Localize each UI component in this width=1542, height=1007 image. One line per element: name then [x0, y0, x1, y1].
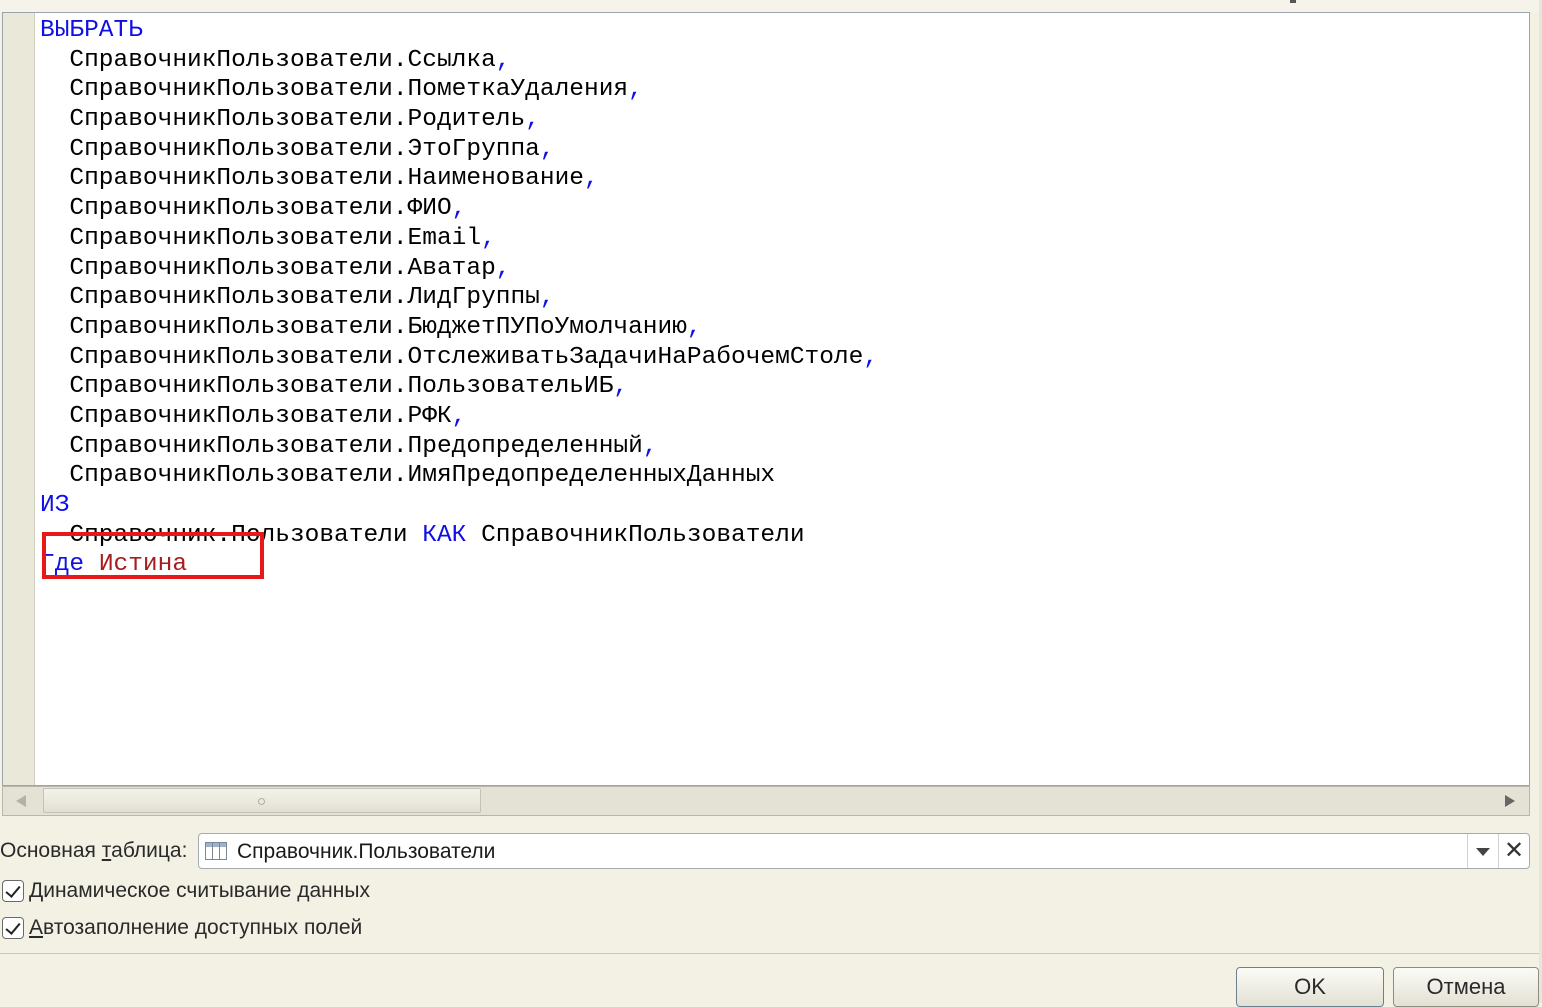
code-token: СправочникПользователи.ЭтоГруппа: [40, 135, 540, 163]
code-token: СправочникПользователи.ИмяПредопределенн…: [40, 462, 776, 490]
checkmark-icon: [5, 882, 21, 898]
grip-icon: [258, 798, 265, 805]
code-token: СправочникПользователи.ЛидГруппы: [40, 284, 540, 312]
code-token: ,: [451, 195, 467, 223]
code-line[interactable]: СправочникПользователи.БюджетПУПоУмолчан…: [40, 313, 878, 343]
code-token: СправочникПользователи.ПользовательИБ: [40, 373, 614, 401]
code-token: СправочникПользователи.Предопределенный: [40, 432, 643, 460]
autofill-fields-checkbox[interactable]: [2, 917, 24, 939]
query-code[interactable]: ВЫБРАТЬ СправочникПользователи.Ссылка, С…: [40, 16, 878, 580]
code-token: ,: [495, 254, 511, 282]
code-token: ,: [481, 224, 496, 252]
keyword-token: ВЫБРАТЬ: [40, 17, 143, 44]
query-text-editor[interactable]: ВЫБРАТЬ СправочникПользователи.Ссылка, С…: [2, 12, 1530, 786]
horizontal-scrollbar[interactable]: [2, 786, 1530, 816]
code-token: ,: [539, 284, 555, 312]
ok-button[interactable]: OK: [1236, 967, 1384, 1007]
code-line[interactable]: СправочникПользователи.РФК,: [40, 402, 878, 432]
code-token: СправочникПользователи.Наименование: [40, 165, 584, 193]
code-token: СправочникПользователи: [466, 521, 805, 549]
code-token: ,: [686, 313, 702, 341]
cancel-button[interactable]: Отмена: [1393, 967, 1539, 1007]
code-line[interactable]: СправочникПользователи.ИмяПредопределенн…: [40, 461, 878, 491]
code-token: ,: [642, 432, 658, 460]
chevron-down-icon: [1476, 848, 1490, 856]
code-line[interactable]: СправочникПользователи.ПользовательИБ,: [40, 372, 878, 402]
autofill-fields-label: Автозаполнение доступных полей: [29, 916, 363, 939]
code-line[interactable]: СправочникПользователи.ЭтоГруппа,: [40, 135, 878, 165]
code-line[interactable]: СправочникПользователи.Аватар,: [40, 254, 878, 284]
code-token: ,: [451, 402, 467, 430]
main-table-field[interactable]: Справочник.Пользователи ✕: [198, 833, 1530, 869]
checkmark-icon: [5, 919, 21, 935]
code-line[interactable]: СправочникПользователи.ЛидГруппы,: [40, 283, 878, 313]
panel-separator: [0, 953, 1542, 954]
code-token: ,: [495, 46, 511, 74]
code-token: СправочникПользователи.БюджетПУПоУмолчан…: [40, 313, 687, 341]
code-token: СправочникПользователи.Родитель: [40, 106, 526, 134]
code-token: СправочникПользователи.Аватар: [40, 254, 496, 282]
editor-gutter: [3, 13, 35, 785]
scroll-thumb[interactable]: [43, 788, 481, 813]
where-clause-highlight: [42, 532, 264, 579]
main-table-value: Справочник.Пользователи: [237, 840, 496, 863]
arrow-left-icon: [16, 795, 26, 807]
close-icon: ✕: [1503, 837, 1525, 864]
code-token: ,: [613, 373, 629, 401]
code-line[interactable]: СправочникПользователи.ОтслеживатьЗадачи…: [40, 343, 878, 373]
code-line[interactable]: СправочникПользователи.Email,: [40, 224, 878, 254]
main-table-clear-button[interactable]: ✕: [1498, 834, 1529, 868]
code-token: ,: [628, 76, 643, 104]
dynamic-reading-label: Динамическое считывание данных: [29, 879, 370, 902]
code-token: ,: [584, 165, 599, 193]
arrow-right-icon: [1505, 795, 1515, 807]
scroll-right-button[interactable]: [1491, 787, 1529, 815]
main-table-label: Основная таблица:: [0, 839, 188, 862]
code-line[interactable]: СправочникПользователи.ПометкаУдаления,: [40, 75, 878, 105]
keyword-token: КАК: [422, 521, 467, 549]
table-icon: [205, 842, 227, 860]
code-token: ,: [539, 135, 555, 163]
code-token: СправочникПользователи.ОтслеживатьЗадачи…: [40, 343, 864, 371]
code-line[interactable]: ИЗ: [40, 491, 878, 521]
code-token: СправочникПользователи.Email: [40, 224, 482, 252]
main-table-dropdown-button[interactable]: [1467, 834, 1498, 868]
code-line[interactable]: СправочникПользователи.Предопределенный,: [40, 432, 878, 462]
code-line[interactable]: СправочникПользователи.Ссылка,: [40, 46, 878, 76]
keyword-token: ИЗ: [40, 492, 70, 519]
code-line[interactable]: ВЫБРАТЬ: [40, 16, 878, 46]
code-token: ,: [863, 343, 879, 371]
top-tick: [1290, 0, 1296, 3]
dynamic-reading-checkbox[interactable]: [2, 880, 24, 902]
code-token: СправочникПользователи.ПометкаУдаления: [40, 76, 629, 104]
code-line[interactable]: СправочникПользователи.ФИО,: [40, 194, 878, 224]
top-strip: [0, 0, 1542, 12]
code-line[interactable]: СправочникПользователи.Родитель,: [40, 105, 878, 135]
code-token: СправочникПользователи.Ссылка: [40, 46, 496, 74]
code-token: СправочникПользователи.ФИО: [40, 195, 452, 223]
code-token: СправочникПользователи.РФК: [40, 402, 452, 430]
scroll-left-button[interactable]: [3, 787, 41, 815]
code-token: ,: [525, 106, 540, 134]
code-line[interactable]: СправочникПользователи.Наименование,: [40, 164, 878, 194]
